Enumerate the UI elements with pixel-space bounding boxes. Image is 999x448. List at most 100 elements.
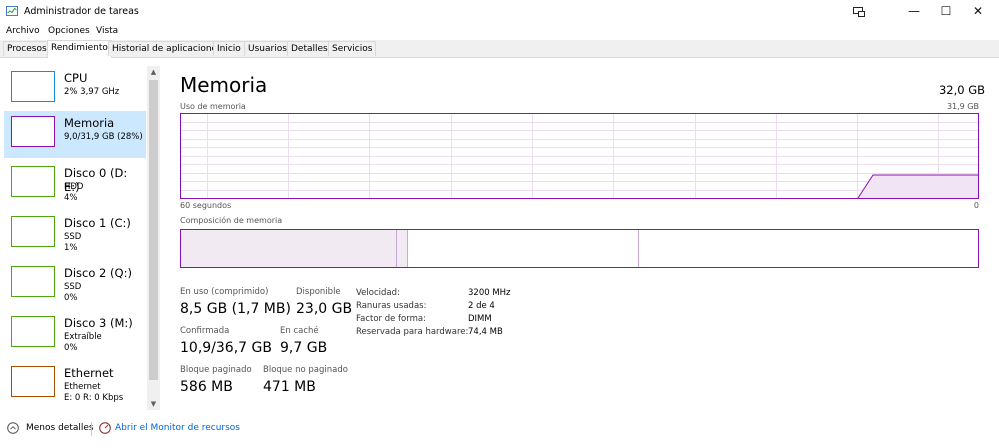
scrollbar-thumb[interactable] bbox=[149, 80, 158, 380]
stat-label-committed: Confirmada bbox=[180, 326, 230, 336]
stat-label-in-use: En uso (comprimido) bbox=[180, 287, 269, 297]
sidebar-item-detail: SSD bbox=[64, 282, 82, 292]
maximize-icon: ☐ bbox=[940, 4, 952, 18]
disk-thumbnail-graph bbox=[11, 216, 55, 247]
graph-time-label: 60 segundos bbox=[180, 201, 232, 210]
sidebar-item-disco-3[interactable]: Disco 3 (M:) Extraíble 0% bbox=[4, 311, 146, 358]
stat-label-non-paged-pool: Bloque no paginado bbox=[263, 365, 348, 375]
sidebar-item-detail: 0% bbox=[64, 343, 78, 353]
stat-value-paged-pool: 586 MB bbox=[180, 379, 233, 395]
sidebar-item-detail: HDD bbox=[64, 182, 84, 192]
detail-value-form-factor: DIMM bbox=[468, 314, 492, 324]
detail-value-speed: 3200 MHz bbox=[468, 288, 511, 298]
open-resource-monitor-link[interactable]: Abrir el Monitor de recursos bbox=[115, 423, 240, 433]
stat-label-paged-pool: Bloque paginado bbox=[180, 365, 252, 375]
tab-rendimiento[interactable]: Rendimiento bbox=[47, 40, 112, 58]
sidebar-item-detail: 0% bbox=[64, 293, 78, 303]
menu-vista[interactable]: Vista bbox=[96, 26, 118, 36]
sidebar-item-detail: 1% bbox=[64, 243, 78, 253]
tab-historial[interactable]: Historial de aplicaciones bbox=[108, 41, 226, 56]
stat-label-cached: En caché bbox=[280, 326, 319, 336]
stat-value-available: 23,0 GB bbox=[296, 301, 353, 317]
sidebar-item-detail: E: 0 R: 0 Kbps bbox=[64, 393, 124, 403]
composition-standby[interactable] bbox=[408, 230, 639, 267]
sidebar-item-title: Ethernet bbox=[64, 366, 114, 380]
detail-value-hardware-reserved: 74,4 MB bbox=[468, 327, 503, 337]
memory-usage-graph bbox=[180, 113, 979, 199]
detail-label-slots: Ranuras usadas: bbox=[356, 301, 427, 311]
detail-label-hardware-reserved: Reservada para hardware: bbox=[356, 327, 469, 337]
title-bar: Administrador de tareas — ☐ ✕ bbox=[0, 0, 999, 23]
tab-usuarios[interactable]: Usuarios bbox=[244, 41, 291, 56]
usage-graph-label: Uso de memoria bbox=[180, 102, 246, 111]
sidebar-item-title: Disco 2 (Q:) bbox=[64, 266, 132, 280]
disk-thumbnail-graph bbox=[11, 316, 55, 347]
sidebar-item-memoria[interactable]: Memoria 9,0/31,9 GB (28%) bbox=[4, 111, 146, 158]
sidebar-item-title: Memoria bbox=[64, 116, 115, 130]
menu-opciones[interactable]: Opciones bbox=[48, 26, 90, 36]
memory-usage-plot bbox=[181, 114, 978, 198]
detail-label-speed: Velocidad: bbox=[356, 288, 400, 298]
sidebar-scrollbar[interactable]: ▲ ▼ bbox=[147, 66, 160, 410]
stat-value-non-paged-pool: 471 MB bbox=[263, 379, 316, 395]
sidebar-item-detail: Ethernet bbox=[64, 382, 101, 392]
task-manager-icon bbox=[6, 6, 18, 16]
close-button[interactable]: ✕ bbox=[962, 0, 994, 23]
usage-graph-max: 31,9 GB bbox=[946, 102, 979, 111]
memory-thumbnail-graph bbox=[11, 116, 55, 147]
disk-thumbnail-graph bbox=[11, 266, 55, 297]
total-memory: 32,0 GB bbox=[938, 83, 985, 97]
composition-label: Composición de memoria bbox=[180, 216, 283, 225]
sidebar-item-disco-1[interactable]: Disco 1 (C:) SSD 1% bbox=[4, 211, 146, 258]
cpu-thumbnail-graph bbox=[11, 71, 55, 102]
stat-label-available: Disponible bbox=[296, 287, 341, 297]
scroll-up-icon[interactable]: ▲ bbox=[147, 68, 160, 76]
page-title: Memoria bbox=[180, 73, 268, 97]
sidebar-item-detail: Extraíble bbox=[64, 332, 102, 342]
tab-procesos[interactable]: Procesos bbox=[3, 41, 51, 56]
sidebar-item-cpu[interactable]: CPU 2% 3,97 GHz bbox=[4, 66, 146, 113]
disk-thumbnail-graph bbox=[11, 166, 55, 197]
sidebar-item-detail: 2% 3,97 GHz bbox=[64, 87, 120, 97]
ethernet-thumbnail-graph bbox=[11, 366, 55, 397]
sidebar-item-detail: SSD bbox=[64, 232, 82, 242]
sidebar-item-ethernet[interactable]: Ethernet Ethernet E: 0 R: 0 Kbps bbox=[4, 361, 146, 408]
sidebar-item-title: Disco 1 (C:) bbox=[64, 216, 131, 230]
performance-sidebar: CPU 2% 3,97 GHz Memoria 9,0/31,9 GB (28%… bbox=[2, 66, 162, 410]
graph-time-end: 0 bbox=[973, 201, 979, 210]
composition-in-use[interactable] bbox=[181, 230, 396, 267]
stat-value-in-use: 8,5 GB (1,7 MB) bbox=[180, 301, 291, 317]
compact-mode-button[interactable] bbox=[843, 0, 875, 23]
sidebar-item-disco-2[interactable]: Disco 2 (Q:) SSD 0% bbox=[4, 261, 146, 308]
compact-mode-icon bbox=[853, 6, 865, 17]
maximize-button[interactable]: ☐ bbox=[930, 0, 962, 23]
composition-free[interactable] bbox=[639, 230, 978, 267]
chevron-up-circle-icon[interactable] bbox=[7, 422, 19, 434]
tab-inicio[interactable]: Inicio bbox=[213, 41, 245, 56]
sidebar-item-disco-0[interactable]: Disco 0 (D: E:) HDD 4% bbox=[4, 161, 146, 208]
less-details-button[interactable]: Menos detalles bbox=[26, 423, 94, 433]
menu-archivo[interactable]: Archivo bbox=[6, 26, 40, 36]
stat-value-committed: 10,9/36,7 GB bbox=[180, 340, 272, 356]
tab-servicios[interactable]: Servicios bbox=[328, 41, 377, 56]
composition-modified[interactable] bbox=[396, 230, 408, 267]
sidebar-item-title: Disco 3 (M:) bbox=[64, 316, 133, 330]
close-icon: ✕ bbox=[972, 4, 984, 18]
detail-label-form-factor: Factor de forma: bbox=[356, 314, 426, 324]
stat-value-cached: 9,7 GB bbox=[280, 340, 328, 356]
sidebar-item-detail: 4% bbox=[64, 193, 78, 203]
menu-bar: Archivo Opciones Vista bbox=[0, 23, 999, 40]
detail-value-slots: 2 de 4 bbox=[468, 301, 495, 311]
tab-detalles[interactable]: Detalles bbox=[287, 41, 332, 56]
sidebar-item-title: CPU bbox=[64, 71, 88, 85]
footer-divider bbox=[91, 422, 92, 436]
footer: Menos detalles Abrir el Monitor de recur… bbox=[0, 417, 999, 441]
sidebar-item-detail: 9,0/31,9 GB (28%) bbox=[64, 132, 143, 142]
resource-monitor-icon bbox=[99, 422, 111, 434]
minimize-button[interactable]: — bbox=[898, 0, 930, 23]
window-title: Administrador de tareas bbox=[24, 6, 139, 17]
scroll-down-icon[interactable]: ▼ bbox=[147, 400, 160, 408]
memory-composition-bar[interactable] bbox=[180, 229, 979, 268]
minimize-icon: — bbox=[908, 4, 920, 18]
tab-bar: Procesos Rendimiento Historial de aplica… bbox=[0, 40, 999, 58]
